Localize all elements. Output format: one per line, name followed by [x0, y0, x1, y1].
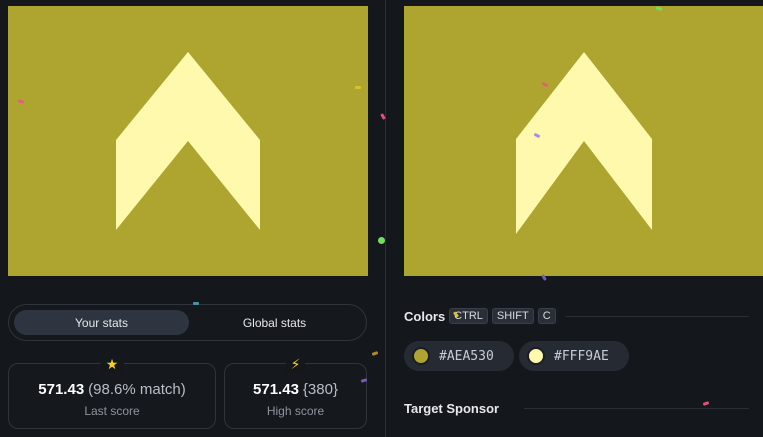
color-hex-2: #FFF9AE: [554, 348, 609, 364]
color-hex-1: #AEA530: [439, 348, 494, 364]
confetti-piece: [355, 86, 361, 89]
global-stats-tab[interactable]: Global stats: [187, 310, 362, 335]
colors-heading: Colors CTRL SHIFT C: [404, 308, 556, 324]
color-dot-1: [412, 347, 430, 365]
last-score-value: 571.43: [38, 381, 85, 398]
c-key: C: [537, 308, 556, 324]
color-swatch-1[interactable]: #AEA530: [404, 341, 514, 371]
last-score-match: (98.6% match): [88, 381, 186, 398]
target-sponsor-title: Target Sponsor: [404, 401, 500, 416]
last-score-label: Last score: [84, 404, 140, 418]
last-score-card: ★ 571.43 (98.6% match) Last score: [8, 355, 216, 429]
shift-key: SHIFT: [491, 308, 534, 324]
output-canvas: [8, 6, 368, 276]
target-canvas: [404, 6, 763, 276]
high-score-card: ⚡ 571.43 {380} High score: [224, 355, 367, 429]
color-dot-2: [527, 347, 545, 365]
target-render: [404, 6, 763, 276]
your-stats-tab[interactable]: Your stats: [14, 310, 189, 335]
colors-title: Colors: [404, 308, 446, 324]
output-render: [8, 6, 368, 276]
colors-rule: [566, 316, 749, 317]
lightning-icon: ⚡: [285, 355, 306, 373]
star-icon: ★: [100, 355, 124, 373]
last-score-line: 571.43 (98.6% match): [9, 381, 215, 399]
right-panel: Colors CTRL SHIFT C #AEA530 #FFF9AE Targ…: [386, 0, 763, 437]
sponsor-rule: [524, 408, 749, 409]
high-score-chars: {380}: [302, 381, 338, 398]
high-score-label: High score: [266, 404, 325, 418]
high-score-value: 571.43: [253, 381, 299, 398]
confetti-piece: [193, 302, 199, 305]
color-swatch-2[interactable]: #FFF9AE: [519, 341, 629, 371]
stats-toggle: Your stats Global stats: [8, 304, 367, 341]
left-panel: Your stats Global stats ★ 571.43 (98.6% m…: [0, 0, 385, 437]
confetti-piece: [378, 237, 385, 244]
high-score-line: 571.43 {380}: [225, 381, 366, 399]
